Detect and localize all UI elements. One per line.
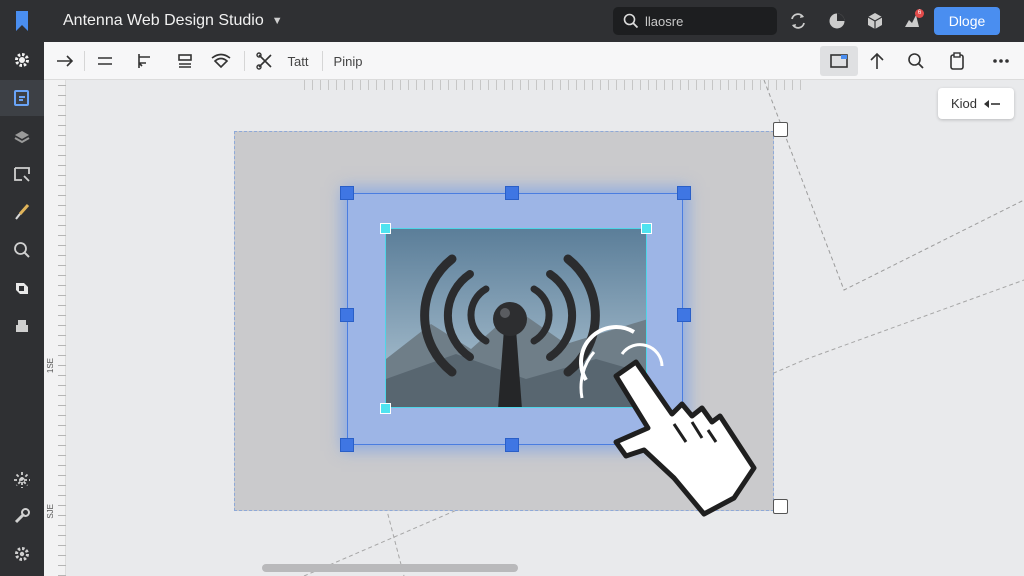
left-toolbar <box>0 42 44 576</box>
toolbar-divider <box>322 51 323 71</box>
image-resize-handle[interactable] <box>641 223 652 234</box>
collapse-arrow-icon <box>984 99 1001 108</box>
text-tool-button[interactable]: Tatt <box>284 48 312 74</box>
design-toolbar: Tatt Pinip <box>44 42 1024 80</box>
resize-handle[interactable] <box>340 308 354 322</box>
artboard-resize-handle[interactable] <box>773 122 788 137</box>
refresh-icon[interactable] <box>786 9 810 33</box>
horizontal-scrollbar[interactable] <box>262 564 518 572</box>
frame-view-icon[interactable] <box>820 46 858 76</box>
tools-wrench-icon[interactable] <box>0 498 44 534</box>
pip-tool-label: Pinip <box>333 53 363 69</box>
resize-handle[interactable] <box>677 186 691 200</box>
image-resize-handle[interactable] <box>380 223 391 234</box>
resize-handle[interactable] <box>340 186 354 200</box>
scissors-icon[interactable] <box>254 48 276 74</box>
resize-handle[interactable] <box>505 438 519 452</box>
toolbar-divider <box>244 51 245 71</box>
image-resize-handle[interactable] <box>380 403 391 414</box>
preferences-gear-icon[interactable] <box>0 536 44 572</box>
sparkle-icon[interactable] <box>0 462 44 498</box>
text-tool-label: Tatt <box>287 53 309 69</box>
pages-icon[interactable] <box>0 80 44 116</box>
align-left-icon[interactable] <box>134 48 156 74</box>
notifications-icon[interactable]: 6 <box>900 9 924 33</box>
component-icon[interactable] <box>0 270 44 306</box>
more-options-icon[interactable] <box>990 48 1012 74</box>
pie-chart-icon[interactable] <box>825 9 849 33</box>
notification-badge: 6 <box>915 9 924 18</box>
search-tool-icon[interactable] <box>905 48 927 74</box>
app-title[interactable]: Antenna Web Design Studio <box>63 12 264 30</box>
search-input[interactable] <box>645 13 765 29</box>
toolbar-divider <box>84 51 85 71</box>
primary-action-button[interactable]: Dloge <box>934 7 1000 35</box>
brush-icon[interactable] <box>0 194 44 230</box>
zoom-icon[interactable] <box>0 232 44 268</box>
title-dropdown-icon[interactable]: ▼ <box>272 15 283 27</box>
search-icon <box>623 13 639 29</box>
resize-handle[interactable] <box>505 186 519 200</box>
design-canvas[interactable]: 1SE SJE Kiod <box>44 80 1024 576</box>
wifi-icon[interactable] <box>208 48 234 74</box>
bookmark-logo-icon[interactable] <box>0 0 44 42</box>
arrow-right-icon[interactable] <box>54 48 76 74</box>
artboard-resize-handle[interactable] <box>773 499 788 514</box>
kind-chip[interactable]: Kiod <box>938 88 1014 119</box>
pip-tool-button[interactable]: Pinip <box>330 48 366 74</box>
search-box[interactable] <box>613 7 777 35</box>
printer-icon[interactable] <box>0 308 44 344</box>
arrow-up-icon[interactable] <box>866 48 888 74</box>
resize-handle[interactable] <box>340 438 354 452</box>
settings-gear-icon[interactable] <box>0 42 44 78</box>
layers-icon[interactable] <box>0 118 44 154</box>
cube-icon[interactable] <box>863 9 887 33</box>
kind-chip-label: Kiod <box>950 96 978 111</box>
align-lines-icon[interactable] <box>94 48 116 74</box>
frame-tool-icon[interactable] <box>0 156 44 192</box>
clipboard-icon[interactable] <box>946 48 968 74</box>
title-bar: Antenna Web Design Studio ▼ 6 Dloge <box>0 0 1024 42</box>
distribute-icon[interactable] <box>174 48 196 74</box>
pointer-hand-cursor-icon <box>579 325 757 517</box>
